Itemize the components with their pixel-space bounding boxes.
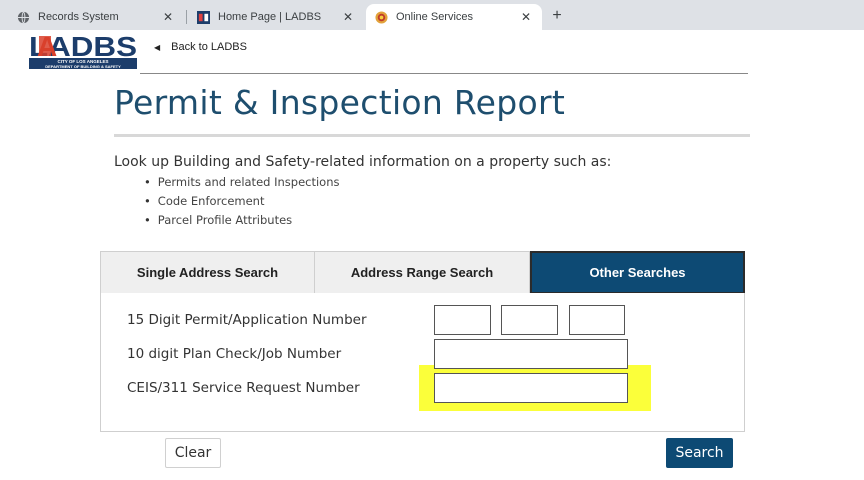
browser-tab-title: Records System xyxy=(38,11,119,23)
ladbs-favicon xyxy=(196,10,210,24)
feature-list: Permits and related Inspections Code Enf… xyxy=(144,175,340,232)
new-tab-button[interactable]: + xyxy=(547,6,567,26)
permit-number-part3-input[interactable] xyxy=(569,305,625,335)
plan-check-number-input[interactable] xyxy=(434,339,628,369)
browser-tab-title: Online Services xyxy=(396,11,474,23)
title-divider xyxy=(114,134,750,137)
browser-tab-title: Home Page | LADBS xyxy=(218,11,322,23)
list-item: Code Enforcement xyxy=(144,194,340,213)
header-divider xyxy=(140,73,748,74)
ladbs-logo[interactable]: LADBS A CITY OF LOS ANGELES DEPARTMENT O… xyxy=(29,31,137,69)
clear-button[interactable]: Clear xyxy=(165,438,221,468)
ceis-service-request-input[interactable] xyxy=(434,373,628,403)
browser-tab-ladbs-home[interactable]: Home Page | LADBS ✕ xyxy=(188,4,364,30)
back-to-ladbs-link[interactable]: ◀ Back to LADBS xyxy=(154,41,247,53)
tab-address-range-search[interactable]: Address Range Search xyxy=(315,251,530,294)
browser-tab-strip: Records System ✕ Home Page | LADBS ✕ Onl… xyxy=(0,0,864,30)
tab-other-searches[interactable]: Other Searches xyxy=(530,251,745,294)
close-tab-icon[interactable]: ✕ xyxy=(518,9,534,25)
caret-left-icon: ◀ xyxy=(154,42,161,52)
plan-check-label: 10 digit Plan Check/Job Number xyxy=(127,346,342,362)
search-type-tabs: Single Address Search Address Range Sear… xyxy=(100,251,745,294)
browser-tab-records-system[interactable]: Records System ✕ xyxy=(8,4,184,30)
permit-number-label: 15 Digit Permit/Application Number xyxy=(127,312,367,328)
ladbs-seal-favicon xyxy=(374,10,388,24)
intro-text: Look up Building and Safety-related info… xyxy=(114,154,612,170)
search-button[interactable]: Search xyxy=(666,438,733,468)
page-title: Permit & Inspection Report xyxy=(114,83,566,122)
close-tab-icon[interactable]: ✕ xyxy=(160,9,176,25)
logo-subtext-department: DEPARTMENT OF BUILDING & SAFETY xyxy=(45,64,121,69)
back-link-label: Back to LADBS xyxy=(171,41,247,53)
permit-number-part1-input[interactable] xyxy=(434,305,491,335)
list-item: Parcel Profile Attributes xyxy=(144,213,340,232)
logo-accent: A xyxy=(37,31,57,62)
ceis-service-request-label: CEIS/311 Service Request Number xyxy=(127,380,360,396)
globe-icon xyxy=(16,10,30,24)
list-item: Permits and related Inspections xyxy=(144,175,340,194)
browser-tab-online-services[interactable]: Online Services ✕ xyxy=(366,4,542,30)
tab-separator xyxy=(186,10,187,24)
tab-single-address-search[interactable]: Single Address Search xyxy=(100,251,315,294)
permit-number-part2-input[interactable] xyxy=(501,305,558,335)
close-tab-icon[interactable]: ✕ xyxy=(340,9,356,25)
